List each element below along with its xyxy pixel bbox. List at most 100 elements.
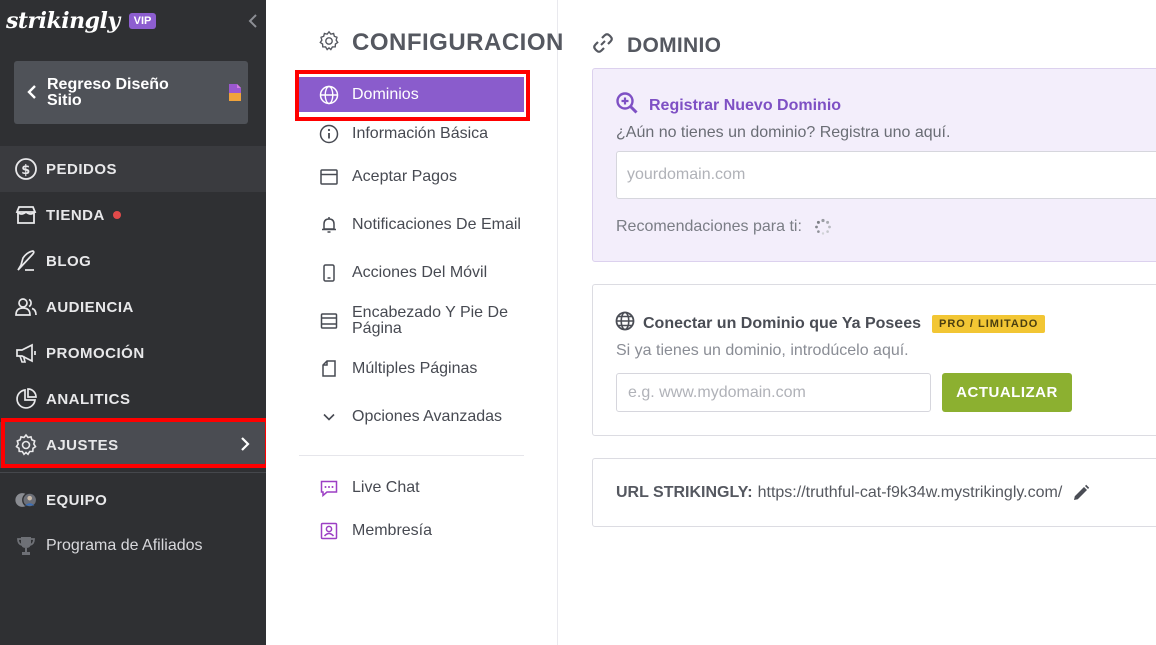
settings-item-label: Opciones Avanzadas [352,407,503,425]
register-domain-subtitle: ¿Aún no tienes un dominio? Registra uno … [616,124,951,141]
register-domain-header: Registrar Nuevo Dominio [615,91,841,120]
settings-item-membresia[interactable]: Membresía [299,509,524,552]
gear-icon [318,30,340,57]
back-to-site-design-button[interactable]: Regreso Diseño Sitio [14,61,248,124]
page-design-icon [228,83,242,102]
nav-item-programa-afiliados[interactable]: Programa de Afiliados [0,523,266,569]
nav-item-audiencia[interactable]: AUDIENCIA [0,284,266,330]
nav-label: TIENDA [46,206,105,224]
settings-item-label: Acciones Del Móvil [352,263,488,281]
nav-label: PROMOCIÓN [46,344,145,362]
settings-item-aceptar-pagos[interactable]: Aceptar Pagos [299,155,524,198]
settings-item-acciones-movil[interactable]: Acciones Del Móvil [299,251,524,294]
pro-limited-badge: PRO / LIMITADO [932,314,1046,333]
info-icon [319,124,339,144]
settings-item-multiples-paginas[interactable]: Múltiples Páginas [299,347,524,390]
pencil-icon[interactable] [1072,484,1090,502]
domain-title: DOMINIO [627,33,722,57]
settings-item-opciones-avanzadas[interactable]: Opciones Avanzadas [299,390,524,443]
megaphone-icon [14,341,38,365]
store-icon [14,203,38,227]
dollar-circle-icon: $ [14,157,38,181]
nav-label: AJUSTES [46,436,119,454]
team-avatars-icon [14,488,38,512]
brand-row: strikingly VIP [6,6,157,36]
users-icon [14,295,38,319]
connect-domain-input[interactable] [616,373,931,412]
domain-header: DOMINIO [591,31,721,60]
settings-item-live-chat[interactable]: Live Chat [299,466,524,509]
register-domain-card: Registrar Nuevo Dominio ¿Aún no tienes u… [592,68,1156,262]
settings-item-label: Encabezado Y Pie De Página [352,303,508,337]
chevron-left-icon [26,84,38,105]
nav-item-tienda[interactable]: TIENDA [0,192,266,238]
feather-pen-icon [14,249,38,273]
nav-item-analitics[interactable]: ANALITICS [0,376,266,422]
strikingly-url-value: https://truthful-cat-f9k34w.mystrikingly… [757,484,1063,501]
nav-item-equipo[interactable]: EQUIPO [0,477,266,523]
nav-divider [0,472,266,473]
strikingly-url-label: URL STRIKINGLY: [616,484,753,501]
connect-domain-title: Conectar un Dominio que Ya Posees [643,314,921,332]
chevron-right-icon [240,436,250,456]
connect-domain-subtitle: Si ya tienes un dominio, introdúcelo aqu… [616,342,909,359]
strikingly-url-row: URL STRIKINGLY: https://truthful-cat-f9k… [616,484,1090,502]
mobile-icon [319,263,339,283]
collapse-sidebar-icon[interactable] [246,10,260,32]
nav-label: ANALITICS [46,390,131,408]
nav-item-promocion[interactable]: PROMOCIÓN [0,330,266,376]
settings-item-label: Información Básica [352,124,489,142]
vip-badge: VIP [128,13,157,29]
update-domain-button[interactable]: ACTUALIZAR [942,373,1072,412]
settings-item-notificaciones-email[interactable]: Notificaciones De Email [299,198,524,251]
recommendations-label: Recomendaciones para ti: [616,218,802,235]
gear-icon [14,433,38,457]
nav-label: Programa de Afiliados [46,537,203,554]
strikingly-logo[interactable]: strikingly [6,8,120,34]
card-icon [319,167,339,187]
settings-item-dominios[interactable]: Dominios [299,77,524,112]
chat-icon [319,478,339,498]
settings-item-label: Múltiples Páginas [352,359,478,377]
globe-icon [319,85,339,105]
settings-item-label: Notificaciones De Email [352,215,521,233]
register-domain-title: Registrar Nuevo Dominio [649,96,842,114]
pie-chart-icon [14,387,38,411]
chevron-down-icon [319,407,339,427]
nav-item-blog[interactable]: BLOG [0,238,266,284]
connect-domain-header: Conectar un Dominio que Ya Posees PRO / … [615,311,1046,336]
settings-divider [299,455,524,456]
link-icon [591,31,615,60]
nav-label: PEDIDOS [46,160,118,178]
settings-item-encabezado-pie[interactable]: Encabezado Y Pie De Página [299,294,524,347]
main-nav: $ PEDIDOS TIENDA BLOG AUDIENCIA PROMOCIÓ… [0,146,266,569]
svg-text:$: $ [21,163,31,178]
bell-icon [319,215,339,235]
register-domain-input[interactable] [616,151,1156,199]
connect-domain-card: Conectar un Dominio que Ya Posees PRO / … [592,284,1156,436]
notification-dot [112,211,121,219]
search-plus-icon [615,91,639,120]
nav-item-pedidos[interactable]: $ PEDIDOS [0,146,266,192]
pages-icon [319,359,339,379]
nav-label: AUDIENCIA [46,298,134,316]
settings-item-label: Aceptar Pagos [352,167,457,185]
settings-title: CONFIGURACION [352,29,564,56]
settings-item-informacion-basica[interactable]: Información Básica [299,112,524,155]
layout-icon [319,311,339,331]
nav-label: BLOG [46,252,92,270]
domain-pane: DOMINIO Registrar Nuevo Dominio ¿Aún no … [559,0,1156,645]
settings-item-label: Dominios [352,85,419,103]
recommendations-row: Recomendaciones para ti: [616,218,832,236]
nav-label: EQUIPO [46,491,108,509]
member-icon [319,521,339,541]
globe-icon [615,311,635,336]
settings-item-label: Membresía [352,521,433,539]
nav-item-ajustes[interactable]: AJUSTES [0,422,266,468]
strikingly-url-card: URL STRIKINGLY: https://truthful-cat-f9k… [592,458,1156,527]
back-to-site-design-label: Regreso Diseño Sitio [47,76,169,109]
settings-header: CONFIGURACION [318,29,564,57]
loading-spinner-icon [814,218,832,236]
trophy-icon [14,534,38,558]
main-sidebar: strikingly VIP Regreso Diseño Sitio $ PE… [0,0,266,645]
